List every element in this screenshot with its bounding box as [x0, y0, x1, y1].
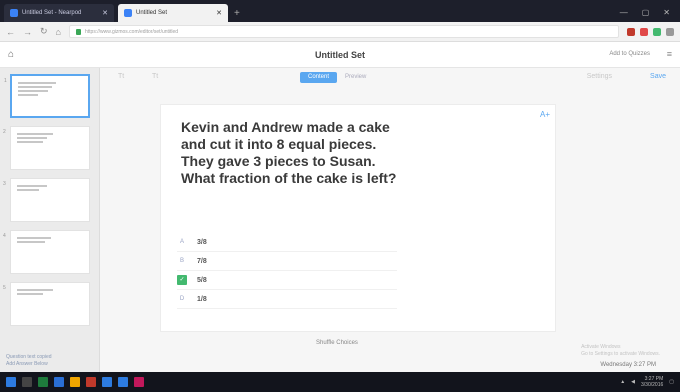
watermark-line: Go to Settings to activate Windows. [581, 351, 660, 357]
forward-icon[interactable]: → [23, 27, 32, 37]
text-tool-button[interactable]: Tt [118, 73, 124, 80]
font-size-icon[interactable]: A+ [540, 110, 550, 119]
slide-sidebar: 1 2 3 4 5 Question text copied Add Answe… [0, 68, 100, 372]
status-corner: Wednesday 3:27 PM [600, 362, 656, 368]
sidebar-footer-line: Question text copied [6, 354, 52, 360]
close-icon[interactable]: ✕ [216, 9, 222, 17]
browser-tab-strip: Untitled Set - Nearpod ✕ Untitled Set ✕ … [0, 0, 680, 22]
close-icon[interactable]: ✕ [102, 9, 108, 17]
choice-letter: D [179, 296, 185, 302]
start-icon[interactable] [6, 377, 16, 387]
choice-value: 5/8 [197, 276, 207, 284]
url-text: https://www.gizmos.com/editor/set/untitl… [84, 28, 179, 35]
extension-icon[interactable] [653, 27, 661, 36]
extension-icons [627, 27, 674, 36]
slide-number: 5 [3, 285, 6, 291]
clock-date: 3/30/2016 [641, 382, 664, 388]
settings-button[interactable]: Settings [587, 73, 612, 80]
new-tab-button[interactable]: + [234, 8, 240, 19]
activation-watermark: Activate Windows Go to Settings to activ… [581, 344, 660, 358]
slide-thumbnail[interactable]: 4 [3, 230, 90, 274]
tab-favicon-icon [124, 9, 132, 17]
check-icon[interactable]: ✓ [177, 275, 187, 285]
tab-favicon-icon [10, 9, 18, 17]
app-header: ⌂ Untitled Set Add to Quizzes ≡ [0, 42, 680, 68]
close-window-icon[interactable]: ✕ [663, 8, 670, 17]
search-icon[interactable] [22, 377, 32, 387]
tab-preview[interactable]: Preview [337, 72, 374, 83]
system-tray: ▲ ◀ 3:27 PM 3/30/2016 ▢ [620, 376, 674, 388]
slide-thumbnail[interactable]: 1 [4, 74, 90, 118]
more-menu-icon[interactable]: ≡ [667, 49, 672, 59]
answer-choice[interactable]: D 1/8 [177, 290, 397, 309]
answer-choice-correct[interactable]: ✓ 5/8 [177, 271, 397, 290]
browser-tab-active[interactable]: Untitled Set ✕ [118, 4, 228, 22]
url-field[interactable]: https://www.gizmos.com/editor/set/untitl… [68, 25, 619, 38]
choice-value: 3/8 [197, 238, 207, 246]
lock-icon [75, 28, 81, 35]
text-tool-button[interactable]: Tt [152, 73, 158, 80]
add-to-quizzes-button[interactable]: Add to Quizzes [609, 51, 650, 57]
taskbar-app-icon[interactable] [134, 377, 144, 387]
watermark-line: Activate Windows [581, 344, 621, 350]
answer-choice[interactable]: B 7/8 [177, 252, 397, 271]
choice-value: 1/8 [197, 295, 207, 303]
choice-letter: A [179, 239, 184, 245]
taskbar-app-icon[interactable] [38, 377, 48, 387]
taskbar-app-icon[interactable] [118, 377, 128, 387]
volume-icon[interactable]: ◀ [631, 379, 635, 385]
reload-icon[interactable]: ↻ [40, 26, 48, 37]
slide-thumbnail[interactable]: 5 [3, 282, 90, 326]
taskbar-app-icon[interactable] [86, 377, 96, 387]
slide-number: 2 [3, 129, 6, 135]
window-controls: — ▢ ✕ [620, 8, 680, 22]
taskbar-app-icon[interactable] [54, 377, 64, 387]
tab-label: Untitled Set [136, 10, 168, 16]
editor-main: Kevin and Andrew made a cake and cut it … [100, 88, 680, 372]
slide-thumbnail[interactable]: 2 [3, 126, 90, 170]
view-toggle: Content Preview [300, 72, 374, 83]
minimize-icon[interactable]: — [620, 8, 628, 17]
network-icon[interactable]: ▲ [620, 379, 625, 385]
extension-icon[interactable] [627, 27, 635, 36]
answer-choices: A 3/8 B 7/8 ✓ 5/8 D 1/8 [177, 233, 397, 309]
clock[interactable]: 3:27 PM 3/30/2016 [641, 376, 663, 388]
browser-tab[interactable]: Untitled Set - Nearpod ✕ [4, 4, 114, 22]
save-button[interactable]: Save [650, 73, 666, 80]
screen: Untitled Set - Nearpod ✕ Untitled Set ✕ … [0, 0, 680, 392]
question-text[interactable]: Kevin and Andrew made a cake and cut it … [181, 119, 403, 187]
slide-number: 4 [3, 233, 6, 239]
slide-number: 1 [4, 78, 7, 84]
notifications-icon[interactable]: ▢ [669, 379, 674, 385]
slide-number: 3 [3, 181, 6, 187]
tab-label: Untitled Set - Nearpod [22, 10, 82, 16]
sidebar-footer-line[interactable]: Add Answer Below [6, 361, 52, 368]
slide-thumbnail[interactable]: 3 [3, 178, 90, 222]
answer-choice[interactable]: A 3/8 [177, 233, 397, 252]
maximize-icon[interactable]: ▢ [642, 8, 650, 17]
page-title: Untitled Set [314, 50, 365, 60]
taskbar: ▲ ◀ 3:27 PM 3/30/2016 ▢ [0, 372, 680, 392]
choice-letter: B [179, 258, 184, 264]
taskbar-app-icon[interactable] [70, 377, 80, 387]
menu-icon[interactable] [666, 27, 674, 36]
extension-icon[interactable] [640, 27, 648, 36]
choice-value: 7/8 [197, 257, 207, 265]
back-icon[interactable]: ← [6, 27, 15, 37]
taskbar-app-icon[interactable] [102, 377, 112, 387]
sidebar-footer: Question text copied Add Answer Below [6, 354, 52, 368]
question-card: Kevin and Andrew made a cake and cut it … [160, 104, 556, 332]
tab-content[interactable]: Content [300, 72, 338, 83]
address-bar: ← → ↻ ⌂ https://www.gizmos.com/editor/se… [0, 22, 680, 42]
home-icon[interactable]: ⌂ [56, 27, 61, 37]
shuffle-choices-button[interactable]: Shuffle Choices [316, 340, 358, 346]
editor-toolbar: Tt Tt Content Preview Settings Save [100, 68, 680, 88]
